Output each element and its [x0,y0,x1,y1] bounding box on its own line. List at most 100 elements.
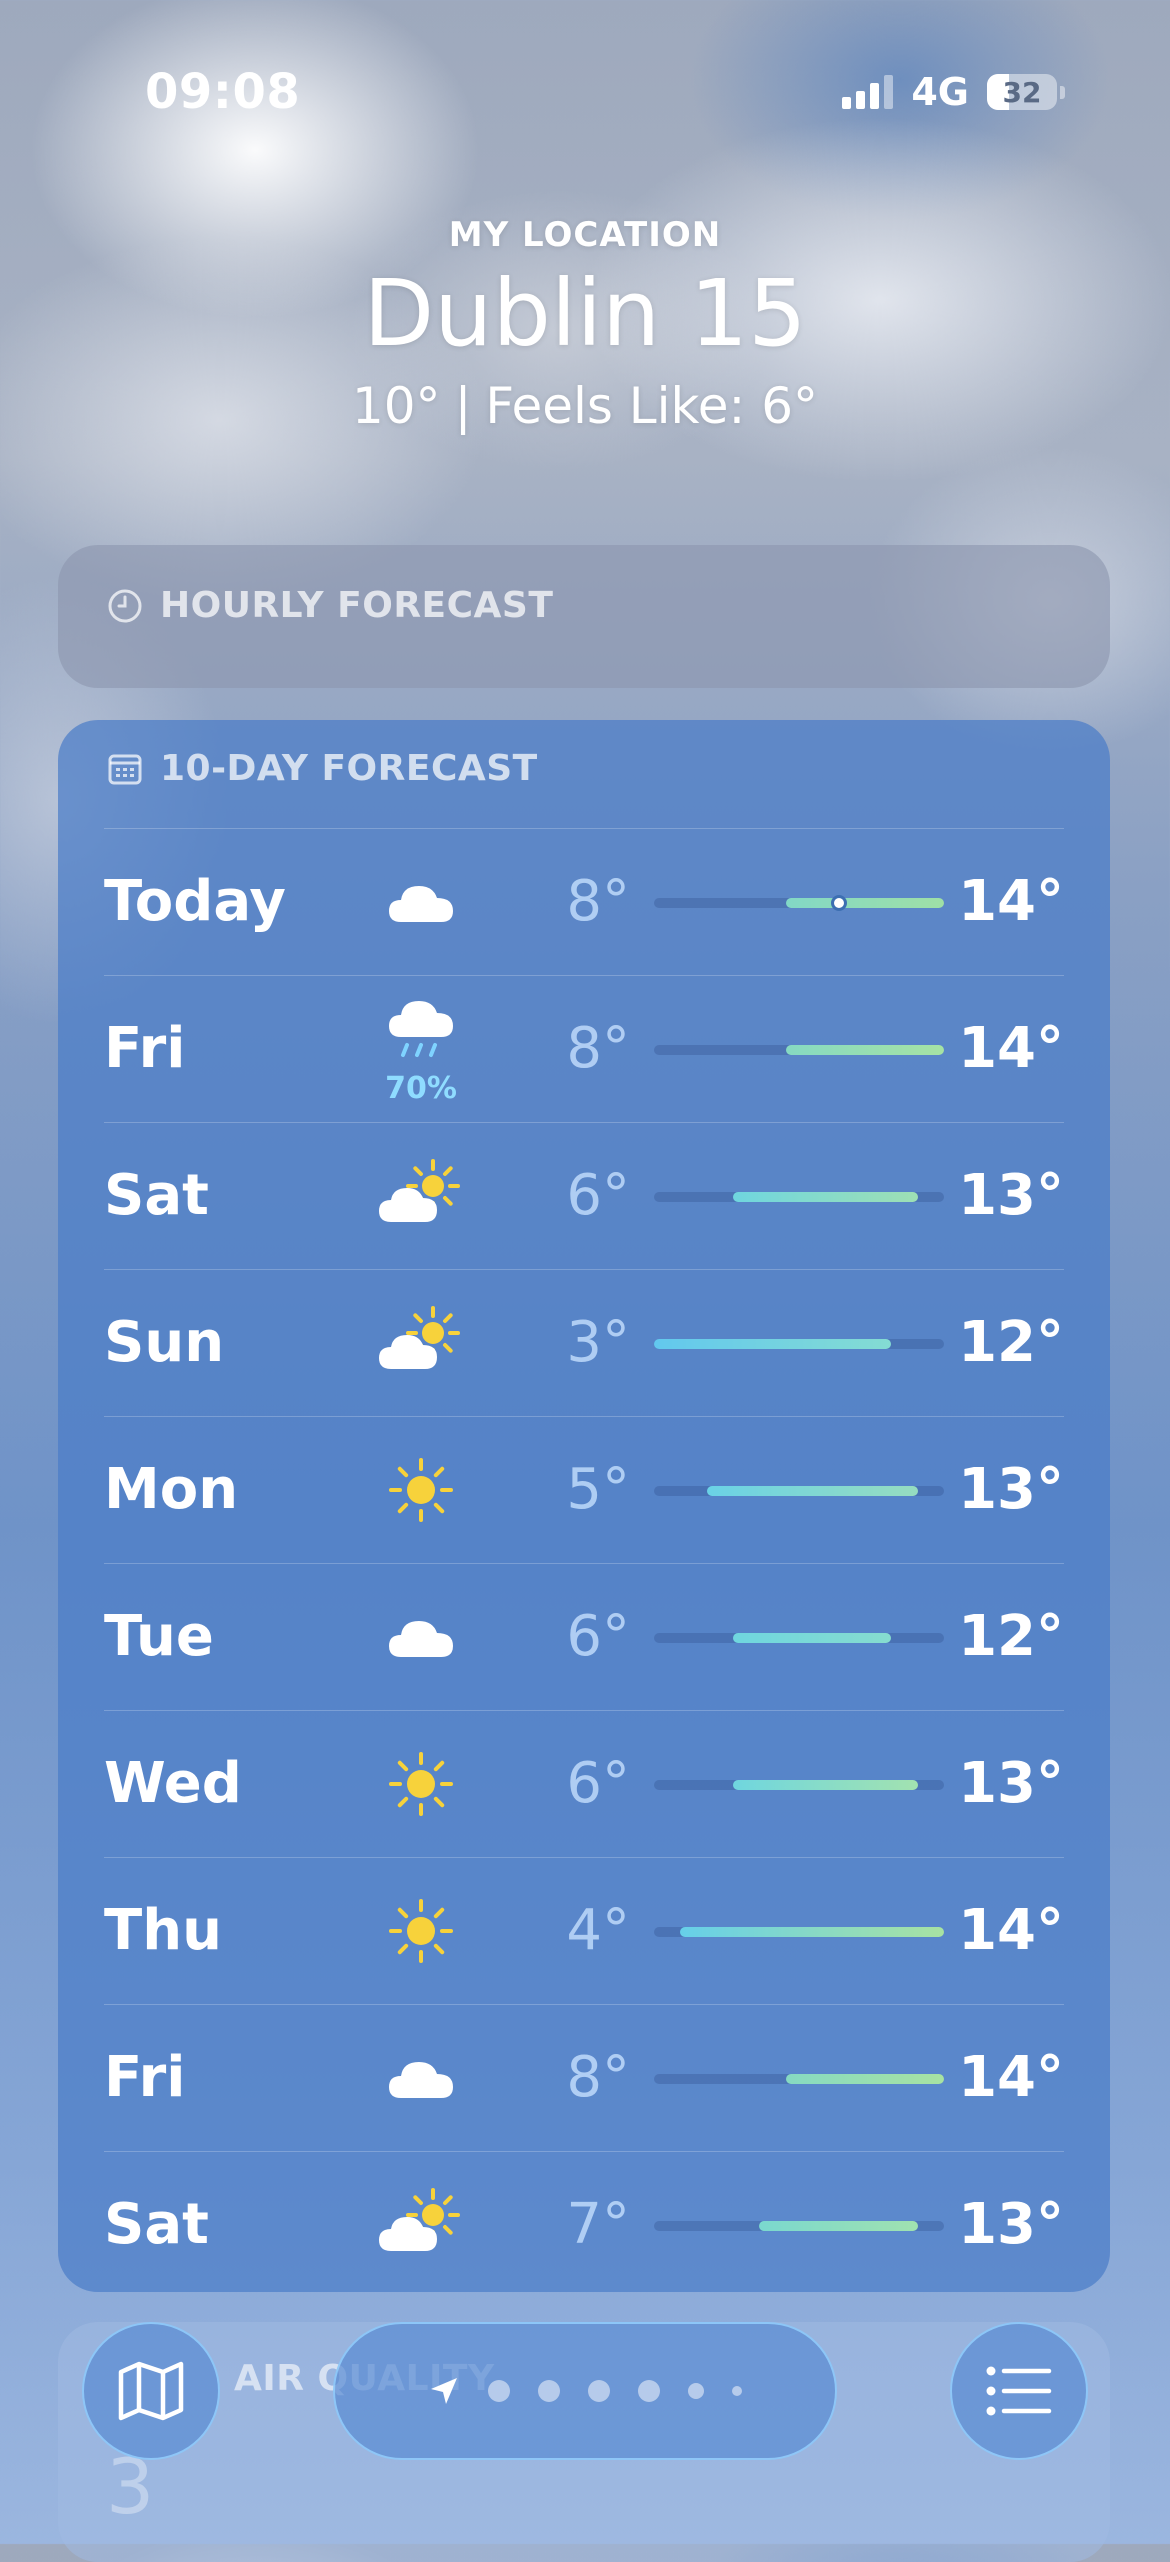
location-page-indicator[interactable] [333,2322,837,2460]
high-temperature: 12° [958,1310,1064,1375]
cloud-sun-icon [379,2188,460,2251]
list-icon [986,2366,1052,2416]
map-button[interactable] [82,2322,220,2460]
city-name: Dublin 15 [363,260,807,367]
forecast-row-3[interactable]: Sun 3° 12° [104,1269,1064,1416]
forecast-row-8[interactable]: Fri 8° 14° [104,2004,1064,2151]
forecast-row-9[interactable]: Sat 7° 13° [104,2151,1064,2298]
cloud-sun-icon [379,1159,460,1222]
status-time: 09:08 [145,64,301,120]
forecast-day: Sat [104,1163,209,1228]
temperature-range-fill [680,1927,944,1937]
temperature-range-bar [654,895,944,911]
ten-day-forecast-label: 10-DAY FORECAST [160,748,538,789]
low-temperature: 3° [566,1310,630,1375]
forecast-row-5[interactable]: Tue 6° 12° [104,1563,1064,1710]
separator: | [454,377,472,435]
temperature-range-bar [654,1633,944,1643]
temperature-range-fill [733,1192,918,1202]
high-temperature: 12° [958,1604,1064,1669]
high-temperature: 14° [958,2045,1064,2110]
forecast-row-7[interactable]: Thu 4° 14° [104,1857,1064,2004]
low-temperature: 8° [566,1016,630,1081]
ten-day-forecast-card[interactable]: 10-DAY FORECAST Today 8° 14° Fri 70% 8° 14° Sat… [58,720,1110,2292]
page-dot[interactable] [732,2386,742,2396]
forecast-row-0[interactable]: Today 8° 14° [104,828,1064,975]
temperature-range-fill [785,898,944,908]
temperature-range-bar [654,1339,944,1349]
forecast-day: Sun [104,1310,225,1375]
temperature-range-fill [785,1045,944,1055]
page-dot[interactable] [488,2380,510,2402]
high-temperature: 13° [958,1163,1064,1228]
network-type: 4G [911,70,969,114]
cellular-signal-icon [842,75,894,109]
cloud-icon [389,886,453,922]
low-temperature: 6° [566,1604,630,1669]
forecast-day: Mon [104,1457,239,1522]
forecast-row-4[interactable]: Mon 5° 13° [104,1416,1064,1563]
hourly-forecast-card[interactable]: HOURLY FORECAST [58,545,1110,688]
weather-condition [366,1270,476,1416]
weather-condition [366,1711,476,1857]
temperature-range-bar [654,1780,944,1790]
temperature-range-fill [733,1780,918,1790]
high-temperature: 13° [958,2192,1064,2257]
forecast-row-2[interactable]: Sat 6° 13° [104,1122,1064,1269]
forecast-day: Fri [104,1016,186,1081]
high-temperature: 14° [958,1016,1064,1081]
ten-day-forecast-title: 10-DAY FORECAST [106,748,538,789]
forecast-day: Wed [104,1751,242,1816]
temperature-range-fill [785,2074,944,2084]
forecast-day: Thu [104,1898,222,1963]
sun-icon [389,1899,453,1963]
low-temperature: 7° [566,2192,630,2257]
sun-icon [389,1752,453,1816]
temperature-range-fill [759,2221,918,2231]
low-temperature: 6° [566,1751,630,1816]
low-temperature: 8° [566,869,630,934]
high-temperature: 13° [958,1457,1064,1522]
battery-icon: 32 [987,74,1065,110]
weather-condition [366,829,476,975]
low-temperature: 6° [566,1163,630,1228]
sun-icon [389,1458,453,1522]
page-dot[interactable] [638,2380,660,2402]
weather-condition [366,2152,476,2298]
temperature-range-bar [654,2074,944,2084]
status-indicators: 4G 32 [842,70,1065,114]
clock-icon [108,589,142,622]
map-icon [118,2361,184,2421]
forecast-day: Sat [104,2192,209,2257]
low-temperature: 4° [566,1898,630,1963]
forecast-row-1[interactable]: Fri 70% 8° 14° [104,975,1064,1122]
forecast-day: Tue [104,1604,214,1669]
temperature-range-bar [654,1192,944,1202]
cloud-icon [389,2062,453,2098]
temperature-range-fill [654,1339,892,1349]
temperature-range-bar [654,1486,944,1496]
precipitation-chance: 70% [385,1070,457,1106]
page-dot[interactable] [688,2383,704,2399]
temperature-range-bar [654,1045,944,1055]
page-dot[interactable] [538,2380,560,2402]
forecast-row-6[interactable]: Wed 6° 13° [104,1710,1064,1857]
page-dot[interactable] [588,2380,610,2402]
locations-list-button[interactable] [950,2322,1088,2460]
cloud-rain-icon [389,1000,453,1057]
location-arrow-icon [431,2378,457,2404]
high-temperature: 13° [958,1751,1064,1816]
temperature-range-fill [733,1633,892,1643]
temperature-range-bar [654,1927,944,1937]
low-temperature: 8° [566,2045,630,2110]
current-temperature: 10° [351,377,441,435]
hourly-forecast-label: HOURLY FORECAST [160,585,554,626]
forecast-rows: Today 8° 14° Fri 70% 8° 14° Sat 6° 13° Sun 3° 12° Mon… [104,828,1064,2298]
cloud-sun-icon [379,1306,460,1369]
calendar-icon [108,754,142,784]
temperature-range-fill [706,1486,918,1496]
weather-condition [366,1858,476,2004]
current-conditions: 10° | Feels Like: 6° [0,377,1170,435]
weather-condition [366,1123,476,1269]
location-label: MY LOCATION [448,215,722,255]
